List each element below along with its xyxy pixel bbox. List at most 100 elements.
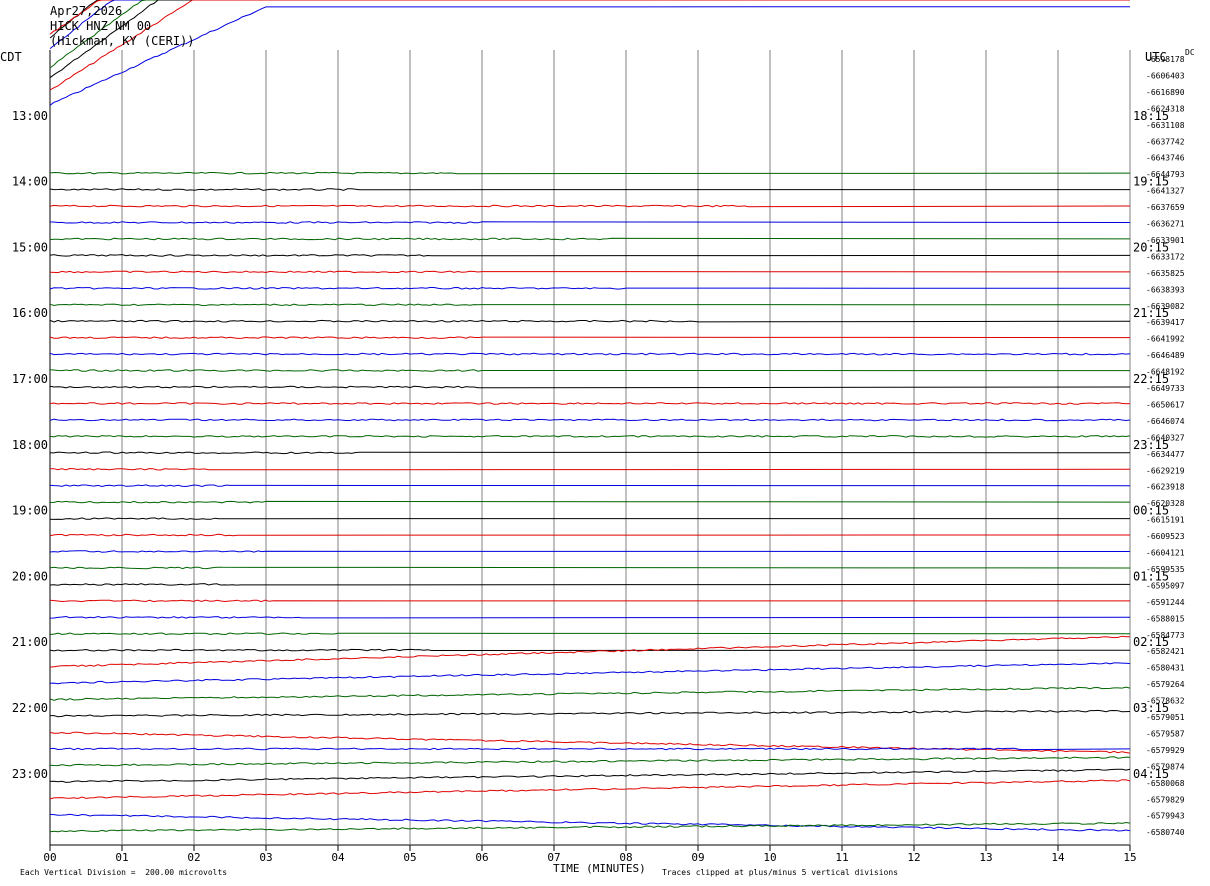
trace-line: [49, 0, 1130, 69]
trace-line: [49, 779, 1131, 800]
dc-offset-label: -6604121: [1146, 549, 1185, 558]
dc-offset-label: -6580740: [1146, 828, 1185, 837]
x-tick-label: 00: [43, 851, 56, 864]
header-location: (Hickman, KY (CERI)): [50, 34, 195, 48]
trace-line: [49, 385, 1131, 389]
trace-line: [49, 6, 1131, 106]
trace-line: [49, 599, 1131, 603]
trace-line: [49, 254, 1131, 257]
dc-offset-label: -6641327: [1146, 187, 1185, 196]
dc-offset-label: -6578632: [1146, 697, 1185, 706]
trace-line: [49, 0, 1130, 79]
left-hour-label: 21:00: [12, 635, 48, 649]
dc-offset-label: -6650617: [1146, 400, 1185, 409]
trace-line: [49, 467, 1131, 471]
trace-line: [49, 0, 1130, 39]
seismogram-plot: 00 01 02 03 04 05 06 07 08 09 10 11 12 13 14 1513:0014:…: [12, 0, 1185, 864]
left-hour-label: 19:00: [12, 504, 48, 518]
trace-line: [49, 451, 1131, 455]
dc-offset-label: -6634477: [1146, 450, 1185, 459]
trace-line: [49, 303, 1131, 307]
dc-offset-label: -6595097: [1146, 581, 1185, 590]
dc-offset-label: -6579829: [1146, 795, 1185, 804]
dc-offset-label: -6648192: [1146, 368, 1185, 377]
dc-offset-label: -6640327: [1146, 433, 1185, 442]
dc-offset-label: -6579874: [1146, 762, 1185, 771]
dc-offset-label: -6584773: [1146, 631, 1185, 640]
trace-line: [49, 171, 1131, 175]
x-tick-label: 15: [1123, 851, 1136, 864]
dc-offset-label: -6637742: [1146, 137, 1185, 146]
dc-offset-label: -6579587: [1146, 729, 1185, 738]
left-hour-label: 14:00: [12, 175, 48, 189]
dc-offset-label: -6579943: [1146, 812, 1185, 821]
trace-line: [49, 686, 1131, 701]
trace-line: [49, 188, 1131, 191]
dc-offset-label: -6623918: [1146, 483, 1185, 492]
trace-line: [49, 352, 1131, 356]
header-date: Apr27,2026: [50, 4, 123, 18]
trace-line: [50, 221, 1131, 224]
trace-line: [49, 813, 1131, 832]
trace-line: [49, 632, 1131, 636]
trace-line: [49, 319, 1131, 323]
dc-offset-label: -6606403: [1146, 71, 1185, 80]
left-hour-label: 22:00: [12, 701, 48, 715]
left-hour-label: 23:00: [12, 767, 48, 781]
trace-line: [49, 731, 1131, 754]
trace-line: [49, 821, 1131, 833]
trace-line: [49, 517, 1131, 520]
dc-offset-label: -6582421: [1146, 647, 1185, 656]
trace-line: [49, 500, 1131, 504]
dc-offset-label: -6609523: [1146, 532, 1185, 541]
trace-line: [49, 768, 1131, 783]
x-tick-label: 03: [259, 851, 272, 864]
trace-line: [49, 533, 1131, 537]
x-tick-label: 13: [979, 851, 992, 864]
dc-offset-label: -6646489: [1146, 351, 1185, 360]
dc-offset-label: -6616890: [1146, 88, 1185, 97]
x-tick-label: 11: [835, 851, 848, 864]
trace-line: [49, 270, 1131, 274]
footer-scale-note: Each Vertical Division = 200.00 microvol…: [20, 868, 228, 877]
trace-line: [49, 336, 1131, 339]
dc-offset-label: -6633901: [1146, 236, 1185, 245]
dc-offset-label: -6635825: [1146, 269, 1185, 278]
dc-offset-label: -6588015: [1146, 614, 1185, 623]
dc-offset-label: -6599535: [1146, 565, 1185, 574]
trace-line: [49, 583, 1131, 586]
x-tick-label: 06: [475, 851, 488, 864]
x-tick-label: 02: [187, 851, 200, 864]
x-tick-label: 05: [403, 851, 416, 864]
trace-line: [49, 369, 1131, 372]
dc-offset-label: -6629219: [1146, 466, 1185, 475]
trace-line: [49, 550, 1131, 553]
dc-offset-label: -6615191: [1146, 516, 1185, 525]
dc-offset-label: -6637659: [1146, 203, 1185, 212]
trace-line: [49, 648, 1131, 652]
dc-label: DC: [1185, 48, 1195, 57]
dc-offset-label: -6633172: [1146, 252, 1185, 261]
dc-offset-label: -6624318: [1146, 104, 1185, 113]
dc-offset-label: -6643746: [1146, 154, 1185, 163]
left-timezone-label: CDT: [0, 50, 22, 64]
trace-line: [49, 756, 1131, 767]
dc-offset-label: -6641992: [1146, 335, 1185, 344]
dc-offset-label: -6646074: [1146, 417, 1185, 426]
dc-offset-label: -6591244: [1146, 598, 1185, 607]
dc-offset-label: -6620328: [1146, 499, 1185, 508]
dc-offset-label: -6579264: [1146, 680, 1185, 689]
trace-line: [49, 237, 1131, 241]
trace-line: [49, 435, 1131, 438]
left-hour-label: 20:00: [12, 569, 48, 583]
right-timezone-label: UTC: [1145, 50, 1167, 64]
x-tick-label: 14: [1051, 851, 1065, 864]
dc-offset-label: -6638393: [1146, 285, 1185, 294]
dc-offset-label: -6649733: [1146, 384, 1185, 393]
dc-offset-label: -6631108: [1146, 121, 1185, 130]
trace-line: [49, 0, 1130, 91]
x-tick-label: 10: [763, 851, 776, 864]
x-tick-label: 12: [907, 851, 920, 864]
trace-line: [49, 402, 1131, 405]
left-hour-label: 18:00: [12, 438, 48, 452]
